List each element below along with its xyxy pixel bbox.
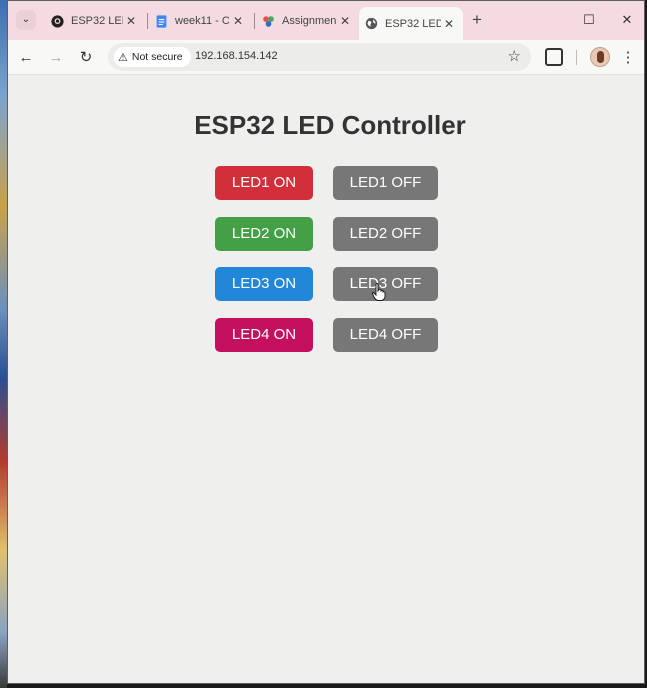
tab-2[interactable]: week11 - C ✕ xyxy=(149,7,252,35)
tab-title: week11 - C xyxy=(175,15,230,27)
browser-toolbar: ← → ↻ ⚠ Not secure 192.168.154.142 ☆ ⋮ xyxy=(8,40,644,75)
app-icon xyxy=(263,15,274,27)
maximize-icon[interactable]: ☐ xyxy=(579,10,599,30)
toolbar-divider xyxy=(576,50,577,65)
led2-off-button[interactable]: LED2 OFF xyxy=(333,217,438,251)
tab-4-active[interactable]: ESP32 LED ✕ xyxy=(359,7,463,40)
close-icon[interactable]: ✕ xyxy=(441,17,457,31)
tab-separator xyxy=(254,13,255,29)
bookmark-star-icon[interactable]: ☆ xyxy=(508,47,521,65)
close-icon[interactable]: ✕ xyxy=(230,14,246,28)
led2-on-button[interactable]: LED2 ON xyxy=(215,217,313,251)
globe-icon xyxy=(365,17,378,30)
warning-icon: ⚠ xyxy=(118,51,128,64)
desktop-background-strip xyxy=(0,0,7,688)
tab-title: Assignmen xyxy=(282,15,337,27)
tab-title: ESP32 LED xyxy=(385,17,441,30)
tab-search-button[interactable]: ⌄ xyxy=(16,10,36,30)
new-tab-button[interactable]: + xyxy=(468,10,486,30)
led4-off-button[interactable]: LED4 OFF xyxy=(333,318,438,352)
security-label: Not secure xyxy=(131,51,183,63)
tab-separator xyxy=(147,13,148,29)
hand-cursor-icon xyxy=(372,283,386,301)
led4-on-button[interactable]: LED4 ON xyxy=(215,318,313,352)
browser-window: ⌄ ESP32 LED ✕ week11 - C ✕ Assignmen ✕ E… xyxy=(7,0,645,684)
extensions-icon[interactable] xyxy=(545,48,563,66)
led3-on-button[interactable]: LED3 ON xyxy=(215,267,313,301)
close-window-icon[interactable]: ✕ xyxy=(617,10,637,30)
close-icon[interactable]: ✕ xyxy=(123,14,139,28)
google-docs-icon xyxy=(156,14,167,28)
tab-bar: ⌄ ESP32 LED ✕ week11 - C ✕ Assignmen ✕ E… xyxy=(8,1,644,40)
address-bar[interactable]: ⚠ Not secure 192.168.154.142 ☆ xyxy=(108,43,531,71)
led1-on-button[interactable]: LED1 ON xyxy=(215,166,313,200)
url-text[interactable]: 192.168.154.142 xyxy=(195,50,278,62)
page-title: ESP32 LED Controller xyxy=(194,110,466,140)
back-icon[interactable]: ← xyxy=(16,48,36,68)
more-menu-icon[interactable]: ⋮ xyxy=(620,48,636,68)
profile-avatar[interactable] xyxy=(590,47,610,67)
github-icon xyxy=(51,14,64,28)
forward-icon[interactable]: → xyxy=(46,48,66,68)
reload-icon[interactable]: ↻ xyxy=(76,48,96,68)
close-icon[interactable]: ✕ xyxy=(337,14,353,28)
led1-off-button[interactable]: LED1 OFF xyxy=(333,166,438,200)
tab-title: ESP32 LED xyxy=(71,15,123,27)
tab-1[interactable]: ESP32 LED ✕ xyxy=(45,7,145,35)
page-content: ESP32 LED Controller LED1 ON LED1 OFF LE… xyxy=(8,76,644,683)
tab-3[interactable]: Assignmen ✕ xyxy=(256,7,359,35)
security-chip[interactable]: ⚠ Not secure xyxy=(114,47,191,67)
